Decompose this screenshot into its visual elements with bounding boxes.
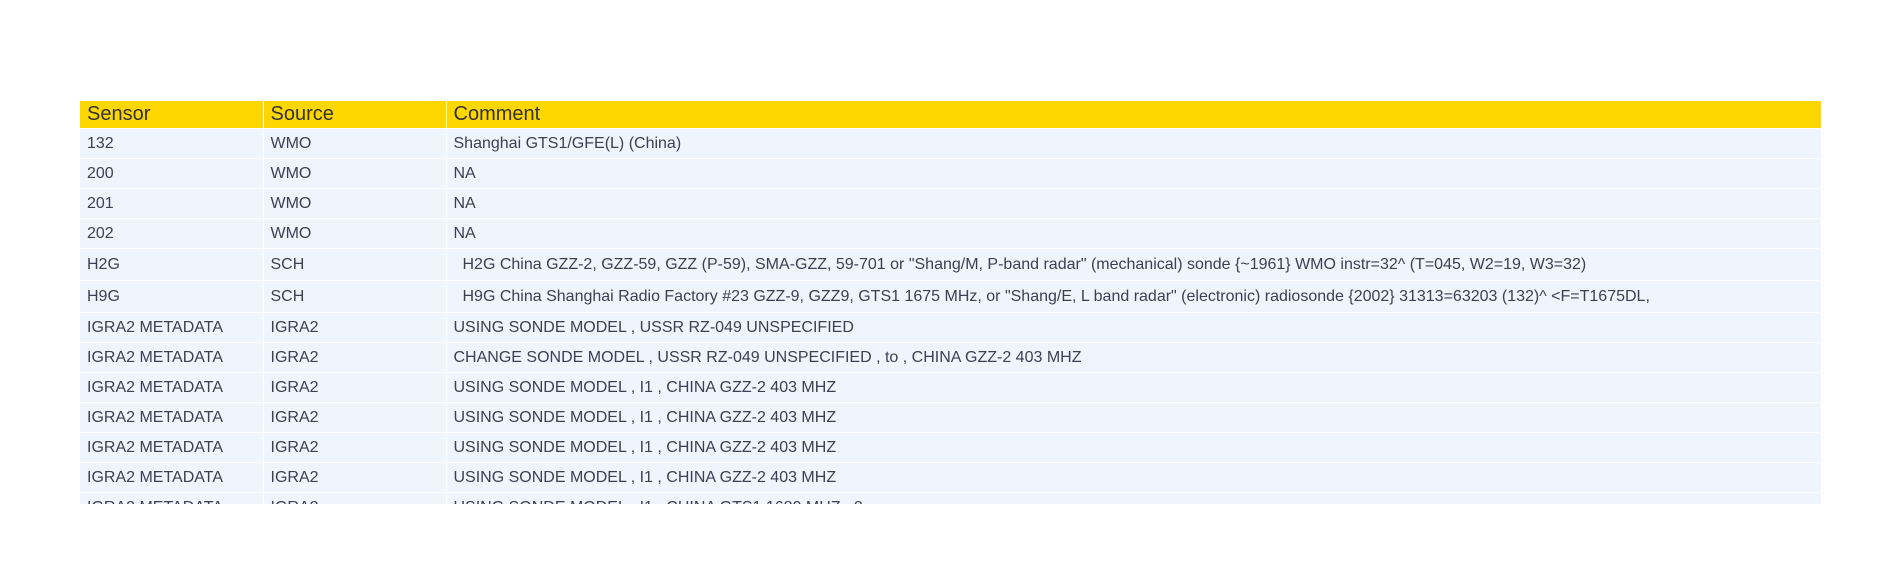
table-row: IGRA2 METADATA IGRA2 USING SONDE MODEL ,… bbox=[80, 402, 1821, 433]
table-row: IGRA2 METADATA IGRA2 USING SONDE MODEL ,… bbox=[80, 492, 1821, 504]
table-row: IGRA2 METADATA IGRA2 USING SONDE MODEL ,… bbox=[80, 312, 1821, 343]
sensor-cell: 132 bbox=[80, 128, 263, 159]
source-cell: IGRA2 bbox=[262, 432, 446, 463]
sensor-cell: 201 bbox=[80, 188, 263, 219]
comment-cell: NA bbox=[445, 158, 1821, 189]
source-cell: WMO bbox=[262, 188, 446, 219]
table-row: IGRA2 METADATA IGRA2 USING SONDE MODEL ,… bbox=[80, 462, 1821, 493]
comment-cell: USING SONDE MODEL , I1 , CHINA GZZ-2 403… bbox=[445, 402, 1821, 433]
comment-cell: USING SONDE MODEL , I1 , CHINA GZZ-2 403… bbox=[445, 372, 1821, 403]
comment-cell: H2G China GZZ-2, GZZ-59, GZZ (P-59), SMA… bbox=[445, 248, 1821, 281]
comment-cell: NA bbox=[445, 218, 1821, 249]
sensor-cell: H2G bbox=[80, 248, 263, 281]
source-cell: SCH bbox=[262, 248, 446, 281]
comment-cell: USING SONDE MODEL , USSR RZ-049 UNSPECIF… bbox=[445, 312, 1821, 343]
comment-cell: Shanghai GTS1/GFE(L) (China) bbox=[445, 128, 1821, 159]
sensor-cell: IGRA2 METADATA bbox=[80, 372, 263, 403]
comment-cell: USING SONDE MODEL , I1 , CHINA GZZ-2 403… bbox=[445, 432, 1821, 463]
sensor-cell: IGRA2 METADATA bbox=[80, 432, 263, 463]
table-row: IGRA2 METADATA IGRA2 USING SONDE MODEL ,… bbox=[80, 432, 1821, 463]
comment-cell: USING SONDE MODEL , I1 , CHINA GTS1 1680… bbox=[445, 492, 1821, 504]
comment-cell: H9G China Shanghai Radio Factory #23 GZZ… bbox=[445, 280, 1821, 313]
sensor-table-container[interactable]: Sensor Source Comment 132 WMO Shanghai G… bbox=[80, 101, 1821, 504]
table-row: 200 WMO NA bbox=[80, 158, 1821, 189]
source-cell: WMO bbox=[262, 128, 446, 159]
table-row: IGRA2 METADATA IGRA2 CHANGE SONDE MODEL … bbox=[80, 342, 1821, 373]
table-row: H9G SCH H9G China Shanghai Radio Factory… bbox=[80, 280, 1821, 313]
comment-cell: USING SONDE MODEL , I1 , CHINA GZZ-2 403… bbox=[445, 462, 1821, 493]
comment-cell: CHANGE SONDE MODEL , USSR RZ-049 UNSPECI… bbox=[445, 342, 1821, 373]
comment-cell: NA bbox=[445, 188, 1821, 219]
table-row: H2G SCH H2G China GZZ-2, GZZ-59, GZZ (P-… bbox=[80, 248, 1821, 281]
table-row: 201 WMO NA bbox=[80, 188, 1821, 219]
table-row: 202 WMO NA bbox=[80, 218, 1821, 249]
sensor-cell: IGRA2 METADATA bbox=[80, 402, 263, 433]
sensor-cell: IGRA2 METADATA bbox=[80, 462, 263, 493]
table-header-row: Sensor Source Comment bbox=[80, 101, 1821, 129]
sensor-cell: 202 bbox=[80, 218, 263, 249]
sensor-table: Sensor Source Comment 132 WMO Shanghai G… bbox=[80, 101, 1821, 504]
source-cell: WMO bbox=[262, 158, 446, 189]
source-cell: IGRA2 bbox=[262, 462, 446, 493]
column-header-source[interactable]: Source bbox=[262, 101, 446, 129]
sensor-cell: IGRA2 METADATA bbox=[80, 342, 263, 373]
table-row: 132 WMO Shanghai GTS1/GFE(L) (China) bbox=[80, 128, 1821, 159]
table-row: IGRA2 METADATA IGRA2 USING SONDE MODEL ,… bbox=[80, 372, 1821, 403]
source-cell: WMO bbox=[262, 218, 446, 249]
source-cell: SCH bbox=[262, 280, 446, 313]
source-cell: IGRA2 bbox=[262, 492, 446, 504]
column-header-comment[interactable]: Comment bbox=[445, 101, 1821, 129]
source-cell: IGRA2 bbox=[262, 402, 446, 433]
source-cell: IGRA2 bbox=[262, 312, 446, 343]
source-cell: IGRA2 bbox=[262, 342, 446, 373]
sensor-cell: H9G bbox=[80, 280, 263, 313]
sensor-cell: IGRA2 METADATA bbox=[80, 492, 263, 504]
source-cell: IGRA2 bbox=[262, 372, 446, 403]
column-header-sensor[interactable]: Sensor bbox=[80, 101, 263, 129]
sensor-cell: 200 bbox=[80, 158, 263, 189]
sensor-cell: IGRA2 METADATA bbox=[80, 312, 263, 343]
